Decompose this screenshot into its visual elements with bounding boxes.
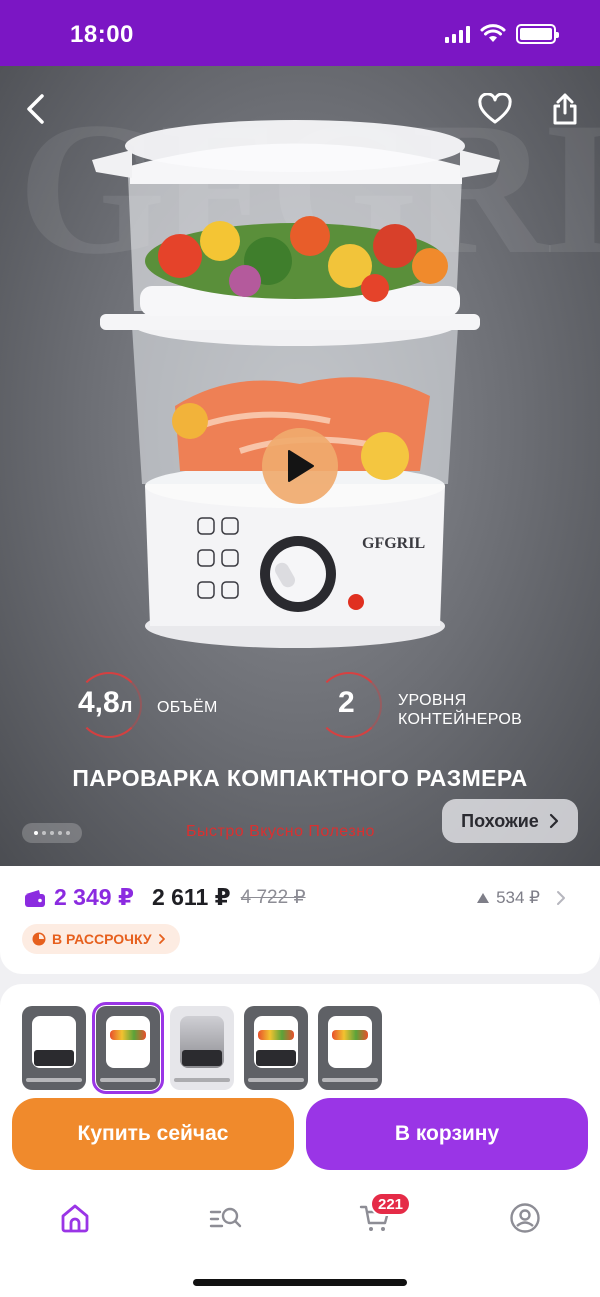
chevron-right-icon	[549, 813, 558, 829]
status-time: 18:00	[70, 21, 134, 48]
thumbnail-caption	[322, 1078, 378, 1082]
heart-icon	[478, 93, 512, 124]
thumbnail-caption	[26, 1078, 82, 1082]
thumbnail-image	[328, 1016, 372, 1068]
chevron-right-icon	[158, 934, 165, 944]
old-price: 4 722 ₽	[240, 887, 306, 908]
thumbnail-caption	[174, 1078, 230, 1082]
signal-icon	[445, 25, 470, 43]
thumbnail-1[interactable]	[22, 1006, 86, 1090]
thumbnail-image	[32, 1016, 76, 1068]
steamer-image: GFGRIL	[92, 120, 500, 648]
thumbnail-image	[254, 1016, 298, 1068]
buy-now-button[interactable]: Купить сейчас	[12, 1098, 294, 1170]
price-row: 2 349 ₽ 2 611 ₽ 4 722 ₽	[24, 884, 306, 911]
play-video-button[interactable]	[262, 428, 338, 504]
spec-levels-label: УРОВНЯ КОНТЕЙНЕРОВ	[398, 692, 523, 728]
price-delta-value: 534 ₽	[496, 888, 540, 907]
similar-label: Похожие	[461, 810, 539, 831]
cta-row: Купить сейчас В корзину	[12, 1098, 588, 1170]
thumbnail-image	[180, 1016, 224, 1068]
price-delta[interactable]: 534 ₽	[476, 888, 570, 908]
svg-text:GFGRIL: GFGRIL	[362, 535, 425, 552]
hero-tagline: Быстро Вкусно Полезно	[186, 823, 375, 840]
play-icon	[288, 450, 314, 482]
thumbnail-5[interactable]	[318, 1006, 382, 1090]
home-indicator	[193, 1279, 407, 1286]
thumbnail-2[interactable]	[92, 1002, 164, 1094]
status-bar: 18:00	[0, 0, 600, 66]
spec-levels-value: 2	[338, 686, 355, 719]
pager-dot	[34, 831, 38, 835]
home-icon	[61, 1204, 89, 1233]
tab-profile[interactable]	[505, 1198, 545, 1238]
battery-icon	[516, 24, 559, 44]
current-price: 2 611 ₽	[151, 884, 231, 910]
thumbnail-caption	[248, 1078, 304, 1082]
triangle-up-icon	[477, 893, 490, 903]
wifi-icon	[480, 24, 506, 42]
thumbnail-3[interactable]	[170, 1006, 234, 1090]
share-icon	[553, 93, 577, 125]
share-button[interactable]	[544, 88, 586, 130]
thumbnail-strip	[22, 1002, 382, 1094]
pager-dot	[50, 831, 54, 835]
installment-chip[interactable]: В РАССРОЧКУ	[22, 924, 180, 954]
spec-volume-value: 4,8л	[78, 686, 133, 719]
tab-home[interactable]	[55, 1198, 95, 1238]
chevron-right-icon	[557, 891, 565, 905]
tab-catalog-search[interactable]	[205, 1198, 245, 1238]
hero-title: ПАРОВАРКА КОМПАКТНОГО РАЗМЕРА	[72, 765, 528, 791]
catalog-search-icon	[209, 1207, 242, 1228]
thumbnail-image	[106, 1016, 150, 1068]
pager-dot	[58, 831, 62, 835]
cart-badge: 221	[370, 1192, 412, 1216]
product-media[interactable]: GFGRIL 4,8л ОБЪЁМ 2 УРОВНЯ КОНТЕЙНЕРОВ П…	[0, 66, 600, 866]
pager-dot	[42, 831, 46, 835]
add-to-cart-button[interactable]: В корзину	[306, 1098, 588, 1170]
image-pager	[22, 823, 82, 843]
installment-label: В РАССРОЧКУ	[52, 931, 152, 947]
back-button[interactable]	[14, 88, 56, 130]
bottom-tab-bar: 221	[0, 1182, 600, 1297]
spec-volume-label: ОБЪЁМ	[157, 699, 218, 716]
thumbnail-caption	[100, 1078, 156, 1082]
pager-dot	[66, 831, 70, 835]
spec-volume-unit: л	[119, 695, 133, 717]
similar-button[interactable]: Похожие	[442, 799, 578, 843]
chevron-left-icon	[27, 94, 44, 124]
wallet-price: 2 349 ₽	[54, 884, 134, 910]
pie-chart-icon	[32, 932, 46, 946]
thumbnail-4[interactable]	[244, 1006, 308, 1090]
status-icons	[445, 24, 559, 44]
profile-icon	[510, 1203, 540, 1233]
price-card: 2 349 ₽ 2 611 ₽ 4 722 ₽ 534 ₽ В РАССРОЧК…	[0, 866, 600, 974]
favorite-button[interactable]	[474, 88, 516, 130]
wallet-icon	[25, 889, 45, 907]
